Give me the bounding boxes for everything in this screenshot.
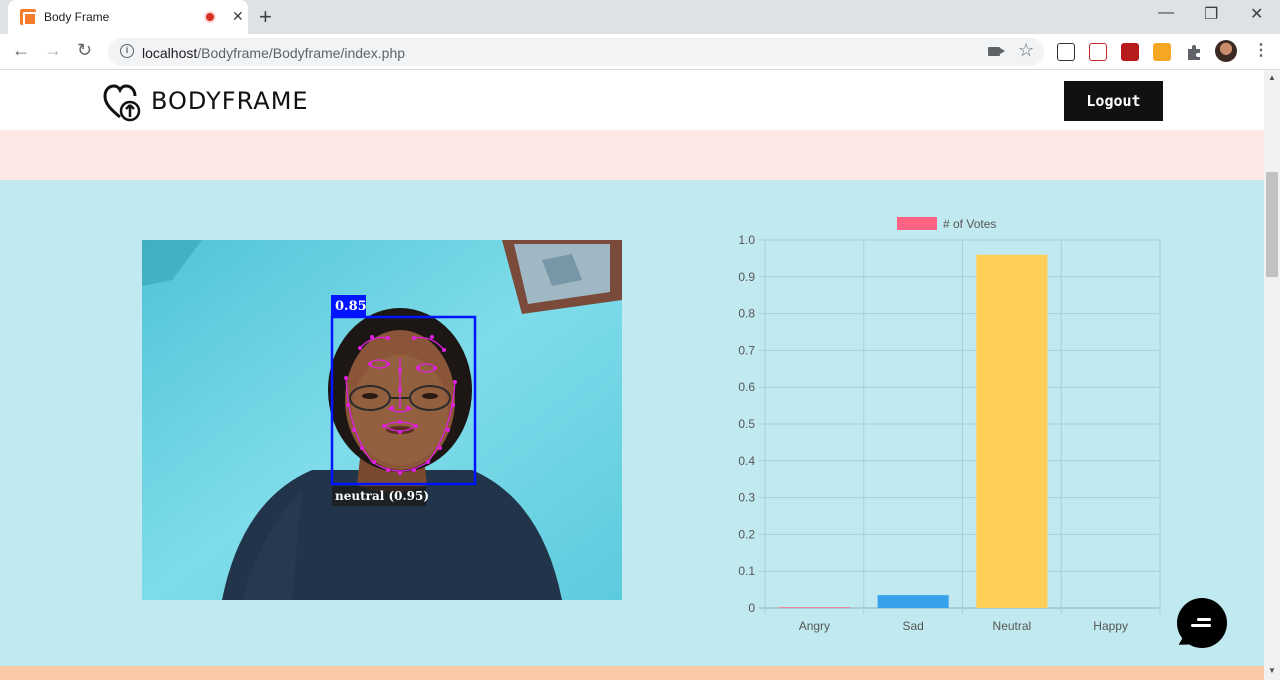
bookmark-star-icon[interactable]: ☆ <box>1018 40 1034 61</box>
y-tick-label: 0.6 <box>738 380 755 394</box>
browser-tab[interactable]: Body Frame ✕ <box>8 0 248 34</box>
y-tick-label: 0.7 <box>738 343 755 357</box>
y-tick-label: 0.3 <box>738 491 755 505</box>
reload-button[interactable]: ↻ <box>77 40 92 61</box>
browser-toolbar: ← → ↻ i localhost/Bodyframe/Bodyframe/in… <box>0 34 1280 70</box>
page-scrollbar[interactable]: ▲ ▼ <box>1264 70 1280 680</box>
scroll-down-arrow-icon[interactable]: ▼ <box>1268 666 1276 675</box>
url-host: localhost <box>142 45 198 61</box>
legend-swatch <box>897 217 937 230</box>
expression-label: neutral (0.95) <box>335 489 430 503</box>
browser-menu-icon[interactable]: ⋮ <box>1253 40 1269 60</box>
extensions-puzzle-icon[interactable] <box>1185 43 1203 61</box>
webcam-feed: 0.85 neutral (0.95) <box>142 240 622 600</box>
logout-button[interactable]: Logout <box>1064 81 1163 121</box>
xampp-favicon-icon <box>20 9 37 26</box>
bar-angry <box>778 607 850 608</box>
y-tick-label: 0.8 <box>738 307 755 321</box>
y-tick-label: 0.2 <box>738 527 755 541</box>
recording-indicator-icon <box>204 11 216 23</box>
camera-in-use-icon[interactable] <box>988 47 1005 56</box>
address-bar[interactable]: i localhost/Bodyframe/Bodyframe/index.ph… <box>108 38 1044 66</box>
x-tick-label: Happy <box>1093 619 1128 633</box>
emotion-chart: 1.0 0.9 0.8 0.7 0.6 0.5 0.4 0.3 0.2 0.1 0 Angry Sad N… <box>720 210 1170 640</box>
chat-icon-line <box>1191 624 1211 627</box>
brand-title: BODYFRAME <box>151 87 309 115</box>
scroll-thumb[interactable] <box>1266 172 1278 277</box>
tab-close-icon[interactable]: ✕ <box>232 8 244 25</box>
url-text: localhost/Bodyframe/Bodyframe/index.php <box>142 45 405 61</box>
heart-plus-logo-icon <box>103 84 141 122</box>
restore-button[interactable]: ❐ <box>1204 4 1218 24</box>
legend-label: # of Votes <box>943 217 996 231</box>
color-extension-icon[interactable] <box>1153 43 1171 61</box>
y-tick-label: 1.0 <box>738 233 755 247</box>
y-tick-label: 0.4 <box>738 454 755 468</box>
site-info-icon[interactable]: i <box>120 44 134 58</box>
y-tick-label: 0 <box>748 601 755 615</box>
browser-tabstrip: Body Frame ✕ + — ❐ ✕ <box>0 0 1280 34</box>
pocket-extension-icon[interactable] <box>1089 43 1107 61</box>
face-score-label: 0.85 <box>335 299 367 314</box>
chat-icon-line <box>1197 618 1211 621</box>
back-button[interactable]: ← <box>12 40 30 61</box>
tab-title: Body Frame <box>44 10 110 24</box>
minimize-button[interactable]: — <box>1158 4 1174 22</box>
forward-button[interactable]: → <box>44 40 62 61</box>
profile-avatar[interactable] <box>1215 40 1237 62</box>
x-tick-label: Sad <box>902 619 923 633</box>
x-tick-label: Neutral <box>993 619 1032 633</box>
chat-button[interactable] <box>1177 598 1227 648</box>
bar-sad <box>877 595 949 608</box>
x-tick-label: Angry <box>799 619 830 633</box>
page-content: BODYFRAME Logout 0.85 neutral (0.95) 1.0… <box>0 70 1264 680</box>
scroll-up-arrow-icon[interactable]: ▲ <box>1268 73 1276 82</box>
pink-band <box>0 130 1264 180</box>
window-close-button[interactable]: ✕ <box>1250 4 1263 24</box>
emotion-bar-chart: 1.0 0.9 0.8 0.7 0.6 0.5 0.4 0.3 0.2 0.1 0 Angry Sad N… <box>738 217 1161 633</box>
pdf-extension-icon[interactable] <box>1121 43 1139 61</box>
y-tick-label: 0.9 <box>738 270 755 284</box>
bar-neutral <box>976 254 1048 608</box>
webcam-scene <box>142 240 622 600</box>
new-tab-button[interactable]: + <box>259 4 272 30</box>
y-tick-label: 0.5 <box>738 417 755 431</box>
orange-band <box>0 666 1264 680</box>
reader-extension-icon[interactable] <box>1057 43 1075 61</box>
url-path: /Bodyframe/Bodyframe/index.php <box>197 45 406 61</box>
y-tick-label: 0.1 <box>738 564 755 578</box>
site-header: BODYFRAME Logout <box>0 70 1264 130</box>
